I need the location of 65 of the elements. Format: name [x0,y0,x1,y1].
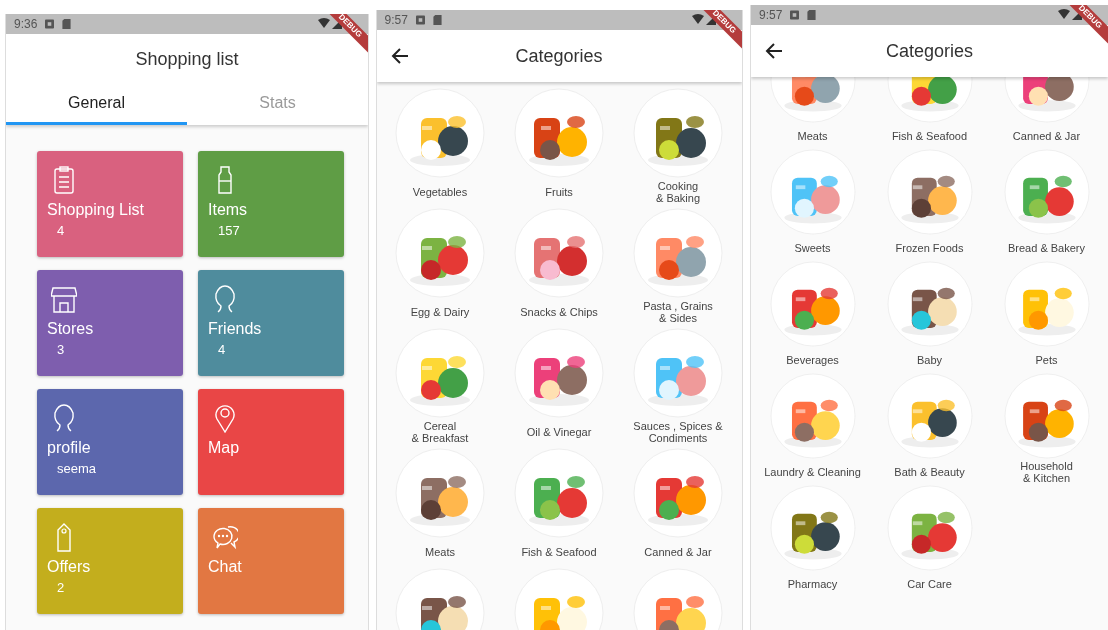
notification-icon [415,15,425,25]
tile-count: 4 [57,223,66,238]
tile-card[interactable]: Friends 4 [198,270,344,376]
tile-title: Friends [208,320,263,338]
notification-icon [790,10,800,20]
category-label[interactable]: Fish & Seafood [521,538,597,566]
clipboard-icon [51,165,77,195]
tile-title: profile [47,439,92,457]
category-label[interactable]: Car Care [907,571,952,597]
category-label[interactable]: Household & Kitchen [1020,459,1073,485]
sd-card-icon [807,10,817,20]
tile-count: 4 [218,342,227,357]
store-icon [51,284,77,314]
app-bar-title: Shopping list [135,48,239,70]
category-label[interactable]: Laundry & Cleaning [764,459,861,485]
tile-card[interactable]: profile seema [37,389,183,495]
category-label[interactable]: Egg & Dairy [410,298,470,326]
category-label[interactable]: Beverages [786,347,839,373]
tab[interactable]: General [6,84,187,125]
tile-card[interactable]: Map [198,389,344,495]
tile-title: Items [208,201,249,219]
tile-title: Offers [47,558,92,576]
sd-card-icon [432,15,442,25]
category-label[interactable]: Meats [797,123,828,149]
person-icon [51,403,77,433]
status-time: 9:57 [384,13,408,27]
category-label[interactable]: Pharmacy [787,571,838,597]
category-label[interactable]: Pets [1035,347,1058,373]
category-label[interactable]: Oil & Vinegar [526,418,592,446]
category-label[interactable]: Sauces , Spices & Condiments [633,418,723,446]
tile-title: Shopping List [47,201,145,219]
category-label[interactable]: Sweets [794,235,831,261]
category-label[interactable]: Cooking & Baking [656,178,700,206]
category-label[interactable]: Canned & Jar [644,538,712,566]
tile-title: Stores [47,320,95,338]
location-pin-icon [212,403,238,433]
category-label[interactable]: Pasta , Grains & Sides [643,298,713,326]
tile-count: 3 [57,342,66,357]
category-label[interactable]: Frozen Foods [895,235,964,261]
tile-card[interactable]: Stores 3 [37,270,183,376]
category-label[interactable]: Meats [425,538,455,566]
back-arrow-icon[interactable] [765,42,783,60]
notification-icon [45,19,55,29]
tile-count: seema [57,461,98,476]
tile-title: Chat [208,558,243,576]
person-icon [212,284,238,314]
category-label[interactable]: Cereal & Breakfast [411,418,469,446]
sd-card-icon [62,19,72,29]
status-time: 9:36 [14,17,38,31]
status-time: 9:57 [759,8,783,22]
tile-count: 2 [57,580,66,595]
category-label[interactable]: Fish & Seafood [891,123,968,149]
category-label[interactable]: Fruits [545,178,573,206]
category-label[interactable]: Bread & Bakery [1007,235,1085,261]
category-label[interactable]: Baby [916,347,943,373]
tile-title: Map [208,439,241,457]
app-bar-title: Categories [515,45,603,67]
category-label[interactable]: Snacks & Chips [520,298,598,326]
tile-count: 157 [218,223,241,238]
category-label[interactable]: Bath & Beauty [894,459,965,485]
tile-card[interactable]: Shopping List 4 [37,151,183,257]
category-label[interactable]: Canned & Jar [1012,123,1081,149]
app-bar-title: Categories [885,40,973,62]
back-arrow-icon[interactable] [390,47,409,65]
category-label[interactable]: Vegetables [412,178,468,206]
